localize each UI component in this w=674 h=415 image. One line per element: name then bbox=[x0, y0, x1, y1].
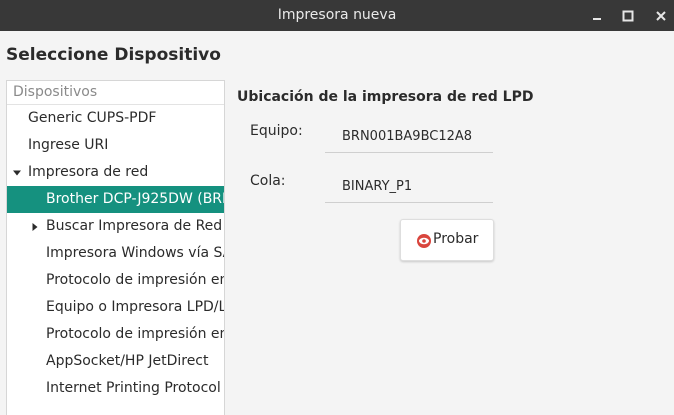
device-list[interactable]: Dispositivos Generic CUPS-PDF Ingrese URI… bbox=[6, 80, 225, 415]
eye-icon bbox=[417, 234, 431, 248]
device-item[interactable]: Buscar Impresora de Red bbox=[7, 213, 224, 240]
device-item-label: AppSocket/HP JetDirect bbox=[46, 353, 209, 369]
device-details-panel: Ubicación de la impresora de red LPD Equ… bbox=[225, 31, 674, 415]
minimize-button[interactable] bbox=[586, 5, 608, 27]
host-label: Equipo: bbox=[250, 123, 303, 139]
device-item[interactable]: Impresora de red bbox=[7, 159, 224, 186]
device-item-label: Protocolo de impresión en bbox=[46, 272, 224, 288]
close-icon bbox=[656, 11, 666, 21]
device-item-label: Generic CUPS-PDF bbox=[28, 110, 157, 126]
page-heading: Seleccione Dispositivo bbox=[6, 45, 221, 65]
device-item-label: Protocolo de impresión en bbox=[46, 326, 224, 342]
expander-down-icon[interactable] bbox=[12, 168, 22, 178]
window-titlebar: Impresora nueva bbox=[0, 0, 674, 31]
device-tree: Generic CUPS-PDF Ingrese URI Impresora de … bbox=[7, 105, 224, 402]
device-item-label: Buscar Impresora de Red bbox=[46, 218, 223, 234]
close-button[interactable] bbox=[650, 5, 672, 27]
device-item[interactable]: Equipo o Impresora LPD/L bbox=[7, 294, 224, 321]
device-item-label: Internet Printing Protocol bbox=[46, 380, 221, 396]
window-title: Impresora nueva bbox=[277, 7, 397, 23]
device-item[interactable]: Protocolo de impresión en bbox=[7, 267, 224, 294]
device-item-label: Equipo o Impresora LPD/L bbox=[46, 299, 224, 315]
probe-button-label: Probar bbox=[433, 231, 479, 247]
device-item[interactable]: Internet Printing Protocol bbox=[7, 375, 224, 402]
minimize-icon bbox=[593, 18, 601, 20]
device-item-label: Impresora Windows vía SA bbox=[46, 245, 224, 261]
device-list-header[interactable]: Dispositivos bbox=[7, 81, 224, 105]
dialog-content: Seleccione Dispositivo Dispositivos Gene… bbox=[0, 31, 674, 415]
device-item[interactable]: Generic CUPS-PDF bbox=[7, 105, 224, 132]
maximize-icon bbox=[622, 10, 634, 22]
device-item[interactable]: Ingrese URI bbox=[7, 132, 224, 159]
probe-button[interactable]: Probar bbox=[400, 219, 494, 261]
queue-field[interactable]: BINARY_P1 bbox=[325, 171, 493, 203]
expander-right-icon[interactable] bbox=[30, 222, 40, 232]
device-item[interactable]: Protocolo de impresión en bbox=[7, 321, 224, 348]
device-item[interactable]: AppSocket/HP JetDirect bbox=[7, 348, 224, 375]
device-item[interactable]: Impresora Windows vía SA bbox=[7, 240, 224, 267]
host-field[interactable]: BRN001BA9BC12A8 bbox=[325, 121, 493, 153]
device-item[interactable]: Brother DCP-J925DW (BRN bbox=[7, 186, 224, 213]
maximize-button[interactable] bbox=[617, 5, 639, 27]
device-item-label: Brother DCP-J925DW (BRN bbox=[46, 191, 224, 207]
device-item-label: Impresora de red bbox=[28, 164, 149, 180]
section-title: Ubicación de la impresora de red LPD bbox=[237, 89, 534, 105]
queue-label: Cola: bbox=[250, 173, 286, 189]
device-item-label: Ingrese URI bbox=[28, 137, 109, 153]
